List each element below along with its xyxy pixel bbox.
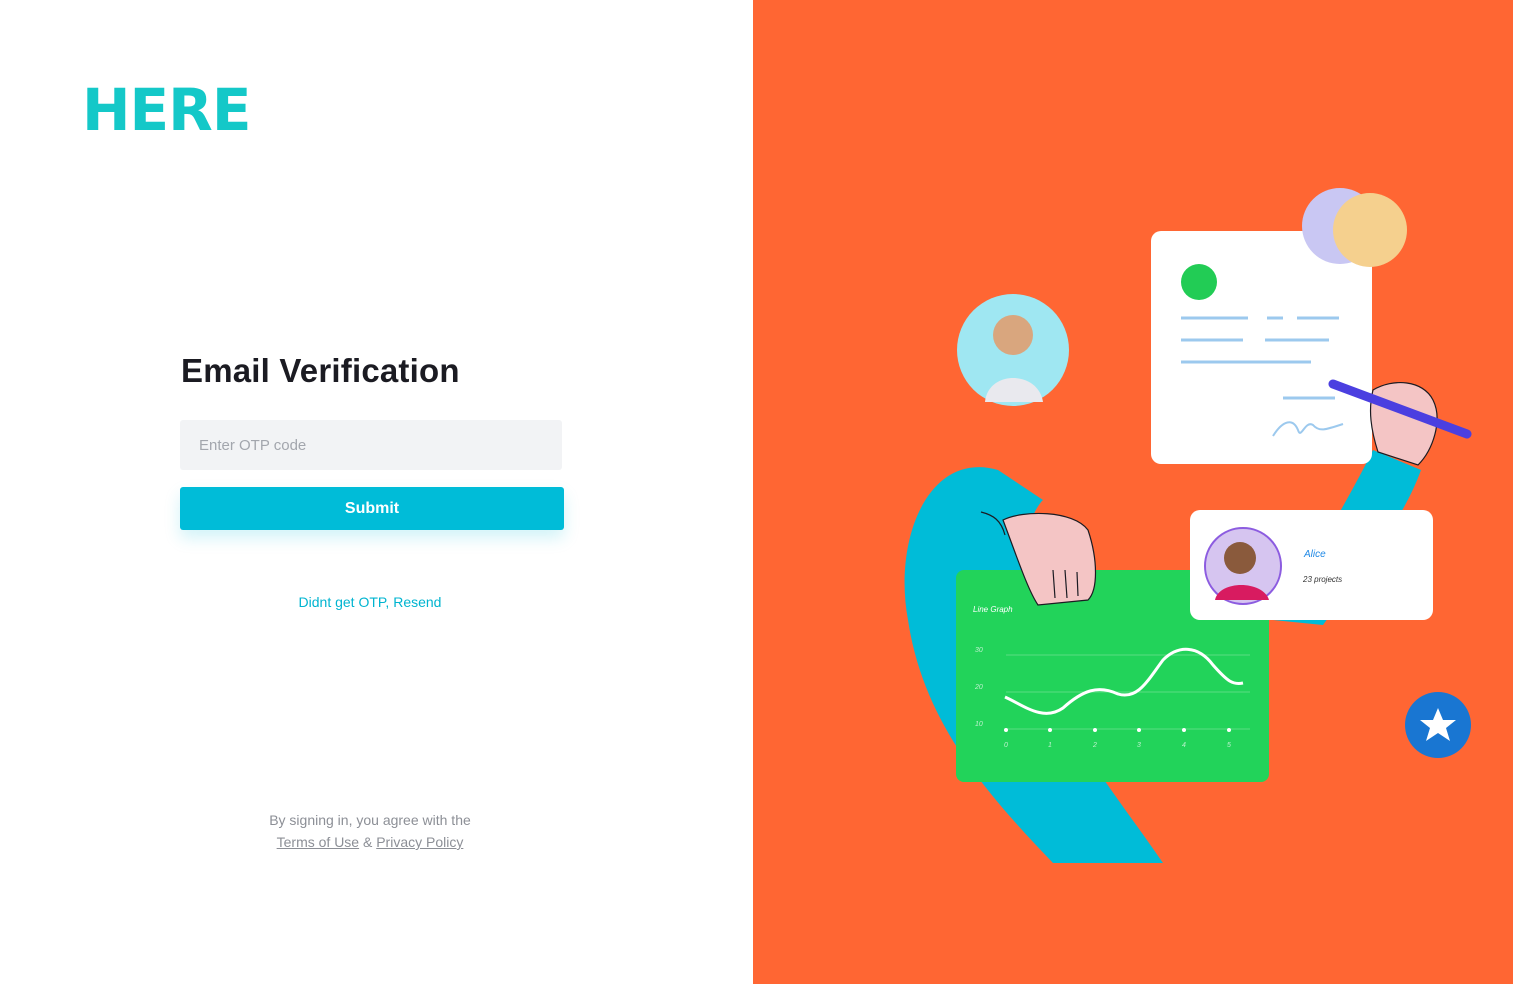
page-title: Email Verification [181,352,460,389]
yellow-circle [1333,193,1407,267]
graph-title: Line Graph [973,605,1013,614]
terms-of-use-link[interactable]: Terms of Use [277,834,359,850]
x-tick-3: 3 [1137,742,1141,749]
y-tick-20: 20 [974,684,983,691]
x-tick-0: 0 [1004,742,1008,749]
logo-text: HERE [82,76,251,144]
here-logo: HERE [82,74,251,144]
otp-input[interactable] [180,420,562,470]
legal-separator: & [362,834,373,850]
illustration-panel: Line Graph 30 20 10 0 1 2 3 4 5 Alice 23… [753,0,1513,984]
illustration: Line Graph 30 20 10 0 1 2 3 4 5 Alice 23… [904,188,1472,863]
legal-prefix: By signing in, you agree with the [269,812,471,828]
resend-otp-link[interactable]: Didnt get OTP, Resend [180,594,560,610]
profile-name: Alice [1303,549,1326,560]
login-panel: HERE Email Verification Submit Didnt get… [0,0,753,984]
legal-notice: By signing in, you agree with the Terms … [170,809,570,853]
submit-button[interactable]: Submit [180,487,564,530]
x-tick-2: 2 [1092,742,1097,749]
y-tick-10: 10 [975,721,983,728]
privacy-policy-link[interactable]: Privacy Policy [376,834,463,850]
document-card [1151,231,1372,464]
document-green-dot [1181,264,1217,300]
y-tick-30: 30 [975,647,983,654]
profile-subtitle: 23 projects [1302,575,1342,584]
x-tick-4: 4 [1182,742,1186,749]
x-tick-1: 1 [1048,742,1052,749]
x-tick-5: 5 [1227,742,1231,749]
